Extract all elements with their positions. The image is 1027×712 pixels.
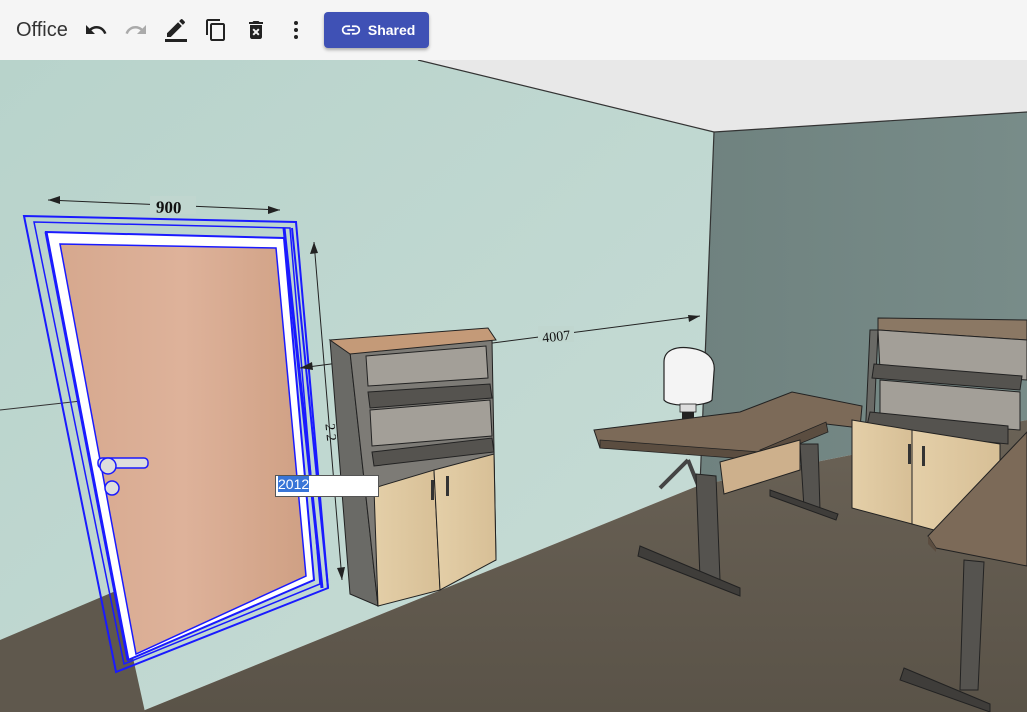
undo-icon bbox=[85, 25, 107, 34]
shared-button[interactable]: Shared bbox=[323, 12, 430, 48]
bookcase[interactable] bbox=[328, 327, 497, 607]
copy-button[interactable] bbox=[196, 10, 236, 50]
shared-label: Shared bbox=[367, 22, 416, 38]
dimension-edit-value: 2012 bbox=[278, 476, 310, 492]
redo-button[interactable] bbox=[116, 10, 156, 50]
3d-viewport[interactable]: 900 4007 2 2 2012 bbox=[0, 60, 1027, 712]
more-vert-icon bbox=[293, 21, 298, 39]
redo-icon bbox=[125, 25, 146, 34]
document-title: Office bbox=[16, 18, 68, 41]
wall-length-label: 4007 bbox=[542, 329, 571, 347]
copy-icon bbox=[205, 19, 225, 41]
pencil-icon bbox=[164, 18, 187, 42]
delete-button[interactable] bbox=[236, 10, 276, 50]
trash-icon bbox=[248, 21, 263, 39]
more-options-button[interactable] bbox=[276, 10, 316, 50]
dimension-edit-field[interactable]: 2012 bbox=[275, 475, 379, 497]
door-height-label: 2 2 bbox=[321, 423, 338, 442]
room-scene[interactable]: 900 4007 2 2 bbox=[0, 60, 1027, 712]
undo-button[interactable] bbox=[76, 10, 116, 50]
door-width-label: 900 bbox=[156, 198, 182, 218]
edit-button[interactable] bbox=[156, 10, 196, 50]
top-toolbar: Office Shared bbox=[0, 0, 1027, 60]
link-icon bbox=[341, 25, 361, 35]
